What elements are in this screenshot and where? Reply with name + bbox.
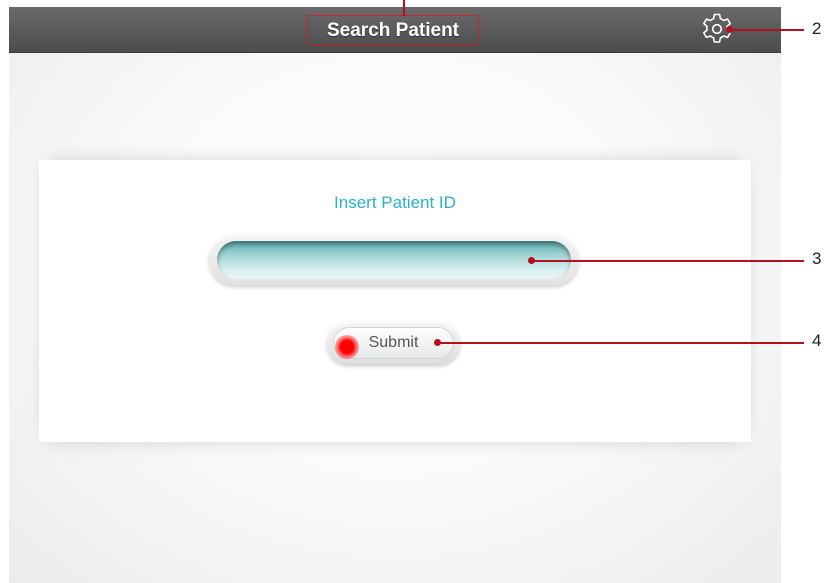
- patient-id-field-frame: [209, 235, 579, 285]
- callout-number-4: 4: [812, 331, 822, 350]
- patient-id-input[interactable]: [217, 241, 571, 279]
- stage: Search Patient Insert Patient ID Submit: [0, 0, 827, 583]
- touch-indicator: [335, 335, 359, 359]
- title-bar: Search Patient: [9, 7, 781, 53]
- callout-line-4: [438, 342, 804, 344]
- patient-id-label: Insert Patient ID: [334, 193, 456, 212]
- app-screen: Search Patient Insert Patient ID Submit: [9, 7, 781, 583]
- callout-line-1: [403, 0, 405, 16]
- callout-line-3: [532, 260, 804, 262]
- page-title: Search Patient: [307, 15, 479, 45]
- callout-number-2: 2: [812, 19, 822, 38]
- callout-line-2: [730, 29, 804, 31]
- callout-number-3: 3: [812, 249, 822, 268]
